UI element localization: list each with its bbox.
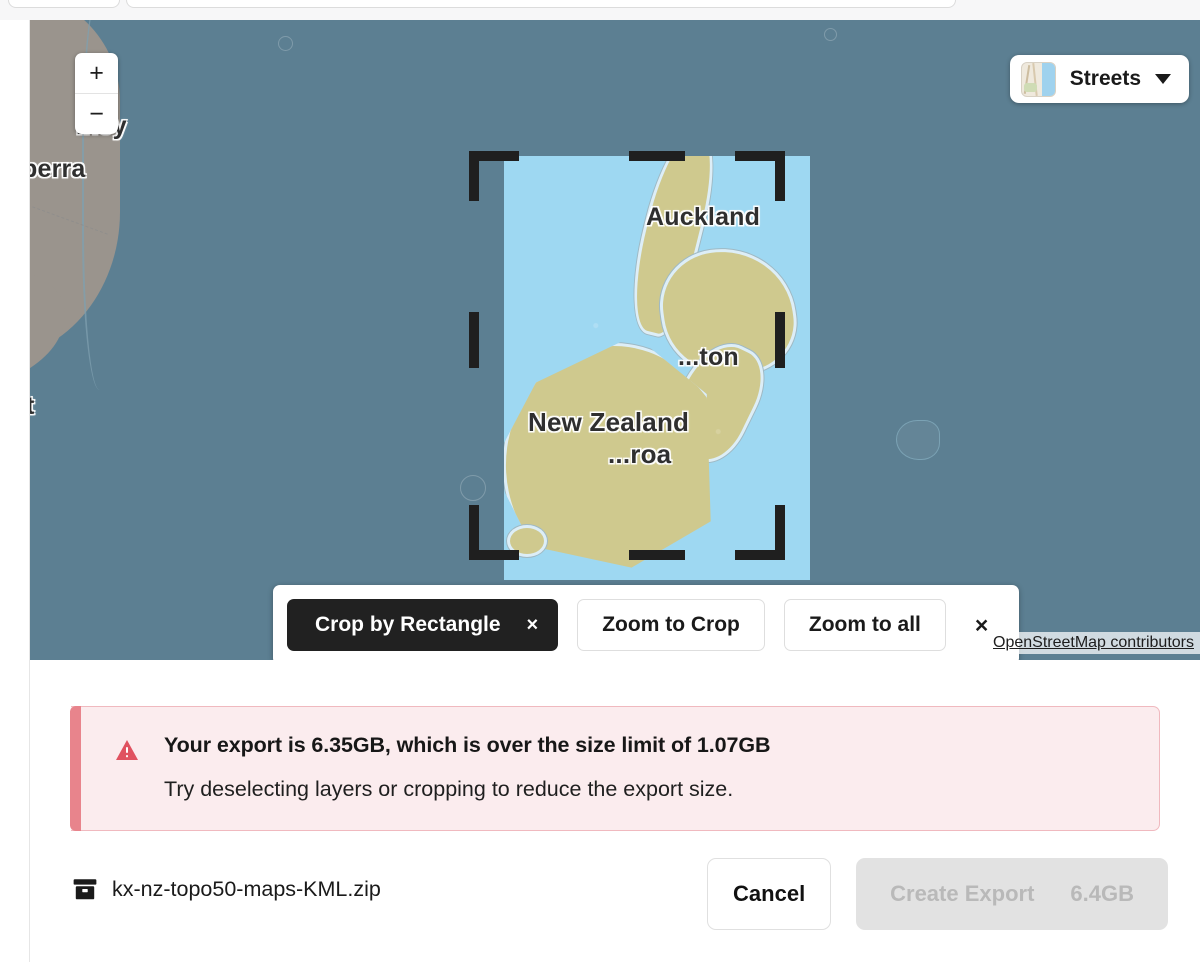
zoom-out-button[interactable]: − xyxy=(75,93,118,134)
alert-subtitle: Try deselecting layers or cropping to re… xyxy=(164,777,734,801)
sea-marker-1 xyxy=(278,36,293,51)
create-export-label: Create Export xyxy=(890,881,1035,906)
map-label-canberra: berra xyxy=(30,155,86,183)
size-limit-alert: Your export is 6.35GB, which is over the… xyxy=(70,706,1160,831)
footer-actions: Cancel Create Export 6.4GB xyxy=(707,858,1168,930)
sea-marker-3 xyxy=(460,475,486,501)
close-icon[interactable]: × xyxy=(527,615,539,635)
openstreetmap-link[interactable]: OpenStreetMap contributors xyxy=(993,634,1194,651)
map-attribution: OpenStreetMap contributors xyxy=(987,632,1200,654)
crop-handle-top-center[interactable] xyxy=(629,151,685,161)
map-label-new-zealand: New Zealand xyxy=(528,407,690,437)
crop-handle-bottom-center[interactable] xyxy=(629,550,685,560)
partial-control-right[interactable] xyxy=(126,0,956,8)
basemap-selector[interactable]: Streets xyxy=(1009,55,1189,103)
crop-handle-bottom-right-v[interactable] xyxy=(775,505,785,555)
map-label-aotearoa: ...roa xyxy=(608,439,672,469)
export-file-name: kx-nz-topo50-maps-KML.zip xyxy=(112,876,381,901)
export-dialog: lney berra t Auckland ...ton New Zealand… xyxy=(0,0,1200,962)
warning-triangle-icon xyxy=(116,740,138,760)
crop-handle-bottom-left-v[interactable] xyxy=(469,505,479,555)
zoom-to-crop-button[interactable]: Zoom to Crop xyxy=(577,599,765,651)
basemap-thumbnail-icon xyxy=(1020,61,1056,97)
map-label-wellington: ...ton xyxy=(678,343,739,371)
partial-control-left[interactable] xyxy=(8,0,120,8)
basemap-label: Streets xyxy=(1069,67,1141,90)
sea-marker-2 xyxy=(824,28,837,41)
dialog-body: Your export is 6.35GB, which is over the… xyxy=(30,660,1200,962)
map-viewport[interactable]: lney berra t Auckland ...ton New Zealand… xyxy=(30,20,1200,660)
crop-handle-bottom-right-h[interactable] xyxy=(735,550,785,560)
cancel-button[interactable]: Cancel xyxy=(707,858,832,930)
alert-accent-bar xyxy=(70,706,81,831)
map-label-hobart: t xyxy=(30,392,35,420)
crop-handle-top-left-v[interactable] xyxy=(469,151,479,201)
crop-handle-middle-left[interactable] xyxy=(469,312,479,368)
map-zoom-controls: + − xyxy=(75,53,118,134)
chevron-down-icon xyxy=(1155,74,1171,84)
archive-box-icon xyxy=(73,879,97,900)
crop-handle-bottom-left-h[interactable] xyxy=(469,550,519,560)
crop-by-rectangle-label: Crop by Rectangle xyxy=(315,613,501,636)
export-file-row: kx-nz-topo50-maps-KML.zip xyxy=(72,876,381,902)
top-controls-sliver xyxy=(0,0,1200,20)
crop-toolbar: Crop by Rectangle × Zoom to Crop Zoom to… xyxy=(273,585,1019,660)
crop-by-rectangle-chip[interactable]: Crop by Rectangle × xyxy=(287,599,559,651)
create-export-button[interactable]: Create Export 6.4GB xyxy=(856,858,1168,930)
create-export-size: 6.4GB xyxy=(1070,881,1134,906)
crop-handle-middle-right[interactable] xyxy=(775,312,785,368)
crop-handle-top-right-v[interactable] xyxy=(775,151,785,201)
chatham-island xyxy=(896,420,940,460)
zoom-to-all-button[interactable]: Zoom to all xyxy=(783,599,946,651)
zoom-in-button[interactable]: + xyxy=(75,53,118,93)
dialog-footer: kx-nz-topo50-maps-KML.zip Cancel Create … xyxy=(30,856,1200,962)
map-label-auckland: Auckland xyxy=(646,203,761,231)
alert-title: Your export is 6.35GB, which is over the… xyxy=(164,733,771,757)
